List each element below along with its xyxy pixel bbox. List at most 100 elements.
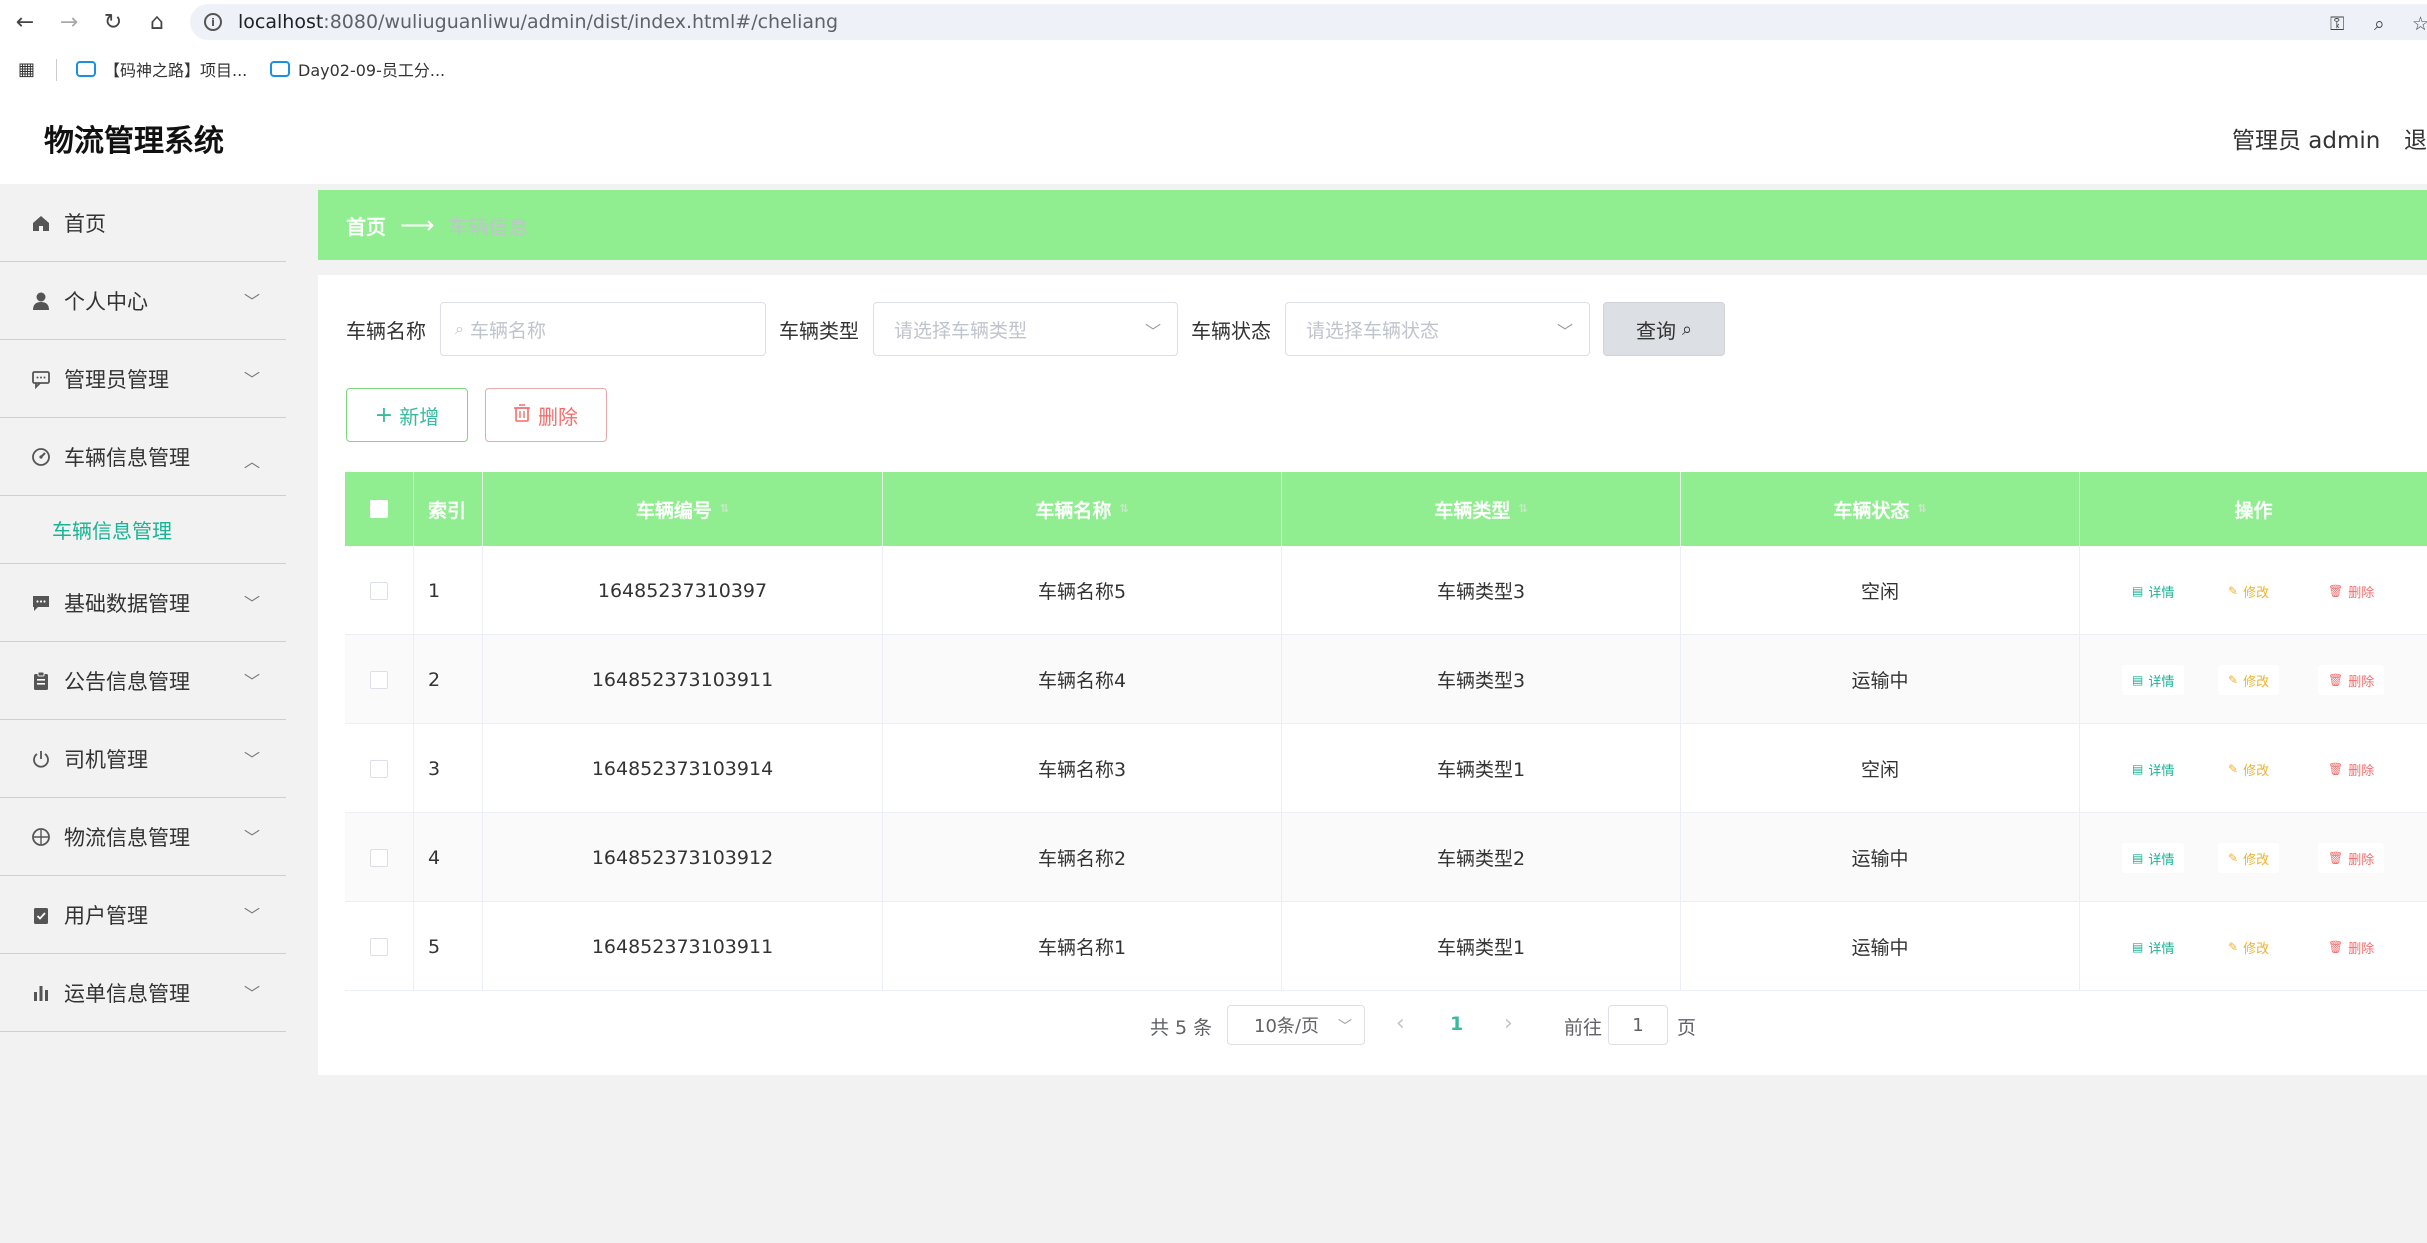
cell-code: 164852373103914 xyxy=(483,724,883,813)
trash-icon: 🗑 xyxy=(2328,584,2344,598)
cell-actions: ▤ 详情 ✎ 修改 🗑 删除 xyxy=(2080,813,2427,902)
table-header: 索引 车辆编号 ⇅ 车辆名称 ⇅ 车辆类型 ⇅ 车辆状态 ⇅ 操作 xyxy=(345,472,2427,546)
th-code[interactable]: 车辆编号 ⇅ xyxy=(483,472,883,546)
detail-button[interactable]: ▤ 详情 xyxy=(2122,576,2185,606)
checkbox[interactable] xyxy=(370,759,388,778)
vehicle-type-select[interactable]: 请选择车辆类型 ﹀ xyxy=(873,302,1178,356)
table-row: 3 164852373103914 车辆名称3 车辆类型1 空闲 ▤ 详情 ✎ 修改… xyxy=(345,724,2427,813)
th-name[interactable]: 车辆名称 ⇅ xyxy=(883,472,1282,546)
prev-page-icon[interactable]: ‹ xyxy=(1396,1011,1405,1036)
edit-label: 修改 xyxy=(2243,763,2270,779)
apps-icon[interactable]: ▦ xyxy=(18,59,35,80)
row-delete-button[interactable]: 🗑 删除 xyxy=(2318,932,2385,962)
checkbox[interactable] xyxy=(370,581,388,600)
detail-button[interactable]: ▤ 详情 xyxy=(2122,843,2185,873)
plus-icon: + xyxy=(374,402,394,428)
sidebar-item-users[interactable]: 用户管理 ﹀ xyxy=(0,876,286,954)
sort-icon[interactable]: ⇅ xyxy=(720,503,729,514)
th-status[interactable]: 车辆状态 ⇅ xyxy=(1681,472,2080,546)
sidebar-item-drivers[interactable]: 司机管理 ﹀ xyxy=(0,720,286,798)
checkbox[interactable] xyxy=(370,500,388,518)
bookmark-2[interactable]: Day02-09-员工分... xyxy=(270,57,445,81)
back-icon[interactable]: ← xyxy=(12,9,38,35)
remove-label: 删除 xyxy=(2348,674,2375,690)
checkbox[interactable] xyxy=(370,937,388,956)
zoom-icon[interactable]: ⌕ xyxy=(2374,13,2385,35)
pencil-icon: ✎ xyxy=(2228,940,2239,954)
cell-index: 5 xyxy=(414,902,483,991)
logout-link[interactable]: 退 xyxy=(2404,121,2427,155)
sidebar-item-admins[interactable]: 管理员管理 ﹀ xyxy=(0,340,286,418)
cell-index: 4 xyxy=(414,813,483,902)
key-icon[interactable]: ⚿ xyxy=(2330,13,2344,35)
sidebar-item-personal[interactable]: 个人中心 ﹀ xyxy=(0,262,286,340)
sidebar-item-waybills[interactable]: 运单信息管理 ﹀ xyxy=(0,954,286,1032)
sort-icon[interactable]: ⇅ xyxy=(1917,503,1926,514)
row-checkbox-cell[interactable] xyxy=(345,635,414,724)
page-size-select[interactable]: 10条/页 ﹀ xyxy=(1227,1005,1365,1045)
detail-label: 详情 xyxy=(2148,941,2175,957)
next-page-icon[interactable]: › xyxy=(1504,1011,1513,1036)
sidebar-subitem-vehicle-info[interactable]: 车辆信息管理 xyxy=(0,496,286,564)
breadcrumb-home[interactable]: 首页 xyxy=(346,211,386,240)
detail-button[interactable]: ▤ 详情 xyxy=(2122,754,2185,784)
row-checkbox-cell[interactable] xyxy=(345,813,414,902)
sidebar-item-label: 基础数据管理 xyxy=(64,591,190,616)
cell-type: 车辆类型3 xyxy=(1282,635,1681,724)
url-text[interactable]: localhost:8080/wuliuguanliwu/admin/dist/… xyxy=(238,11,838,33)
sort-icon[interactable]: ⇅ xyxy=(1518,503,1527,514)
goto-page-input[interactable]: 1 xyxy=(1608,1005,1668,1045)
vehicle-status-select[interactable]: 请选择车辆状态 ﹀ xyxy=(1285,302,1590,356)
checkbox[interactable] xyxy=(370,670,388,689)
th-type[interactable]: 车辆类型 ⇅ xyxy=(1282,472,1681,546)
detail-button[interactable]: ▤ 详情 xyxy=(2122,932,2185,962)
home-icon xyxy=(30,212,52,234)
row-checkbox-cell[interactable] xyxy=(345,902,414,991)
pencil-icon: ✎ xyxy=(2228,762,2239,776)
sidebar-item-vehicles[interactable]: 车辆信息管理 ︿ xyxy=(0,418,286,496)
th-actions: 操作 xyxy=(2080,472,2427,546)
page-number-current[interactable]: 1 xyxy=(1450,1013,1463,1035)
edit-button[interactable]: ✎ 修改 xyxy=(2218,843,2280,873)
home-browser-icon[interactable]: ⌂ xyxy=(144,9,170,35)
vehicle-name-input[interactable]: ⌕ 车辆名称 xyxy=(440,302,766,356)
star-icon[interactable]: ☆ xyxy=(2412,13,2427,35)
sidebar-item-label: 物流信息管理 xyxy=(64,825,190,850)
edit-button[interactable]: ✎ 修改 xyxy=(2218,932,2280,962)
sidebar-item-logistics[interactable]: 物流信息管理 ﹀ xyxy=(0,798,286,876)
add-button[interactable]: + 新增 xyxy=(346,388,468,442)
site-info-icon[interactable]: i xyxy=(204,13,222,31)
vehicle-status-label: 车辆状态 xyxy=(1191,319,1271,343)
edit-button[interactable]: ✎ 修改 xyxy=(2218,754,2280,784)
bookmark-divider xyxy=(56,59,57,81)
edit-button[interactable]: ✎ 修改 xyxy=(2218,576,2280,606)
select-all-checkbox[interactable] xyxy=(345,472,414,546)
pencil-icon: ✎ xyxy=(2228,851,2239,865)
delete-button-label: 删除 xyxy=(538,404,578,429)
row-checkbox-cell[interactable] xyxy=(345,724,414,813)
sidebar-item-home[interactable]: 首页 xyxy=(0,184,286,262)
cell-actions: ▤ 详情 ✎ 修改 🗑 删除 xyxy=(2080,546,2427,635)
row-delete-button[interactable]: 🗑 删除 xyxy=(2318,754,2385,784)
row-delete-button[interactable]: 🗑 删除 xyxy=(2318,665,2385,695)
reload-icon[interactable]: ↻ xyxy=(100,9,126,35)
row-checkbox-cell[interactable] xyxy=(345,546,414,635)
address-bar[interactable]: i localhost:8080/wuliuguanliwu/admin/dis… xyxy=(190,4,2427,40)
row-delete-button[interactable]: 🗑 删除 xyxy=(2318,576,2385,606)
chevron-down-icon: ﹀ xyxy=(1338,1019,1352,1035)
sort-icon[interactable]: ⇅ xyxy=(1119,503,1128,514)
forward-icon[interactable]: → xyxy=(56,9,82,35)
sidebar: 首页 个人中心 ﹀ 管理员管理 ﹀ 车辆信息管理 ︿ 车辆信息管理 基础数据管理… xyxy=(0,184,286,1243)
sidebar-item-notices[interactable]: 公告信息管理 ﹀ xyxy=(0,642,286,720)
chat-icon xyxy=(30,368,52,390)
delete-button[interactable]: 删除 xyxy=(485,388,607,442)
checkbox[interactable] xyxy=(370,848,388,867)
sidebar-item-label: 司机管理 xyxy=(64,747,148,772)
edit-button[interactable]: ✎ 修改 xyxy=(2218,665,2280,695)
query-button[interactable]: 查询 ⌕ xyxy=(1603,302,1725,356)
cell-status: 空闲 xyxy=(1681,546,2080,635)
bookmark-1[interactable]: 【码神之路】项目... xyxy=(76,57,247,81)
detail-button[interactable]: ▤ 详情 xyxy=(2122,665,2185,695)
sidebar-item-basic-data[interactable]: 基础数据管理 ﹀ xyxy=(0,564,286,642)
row-delete-button[interactable]: 🗑 删除 xyxy=(2318,843,2385,873)
